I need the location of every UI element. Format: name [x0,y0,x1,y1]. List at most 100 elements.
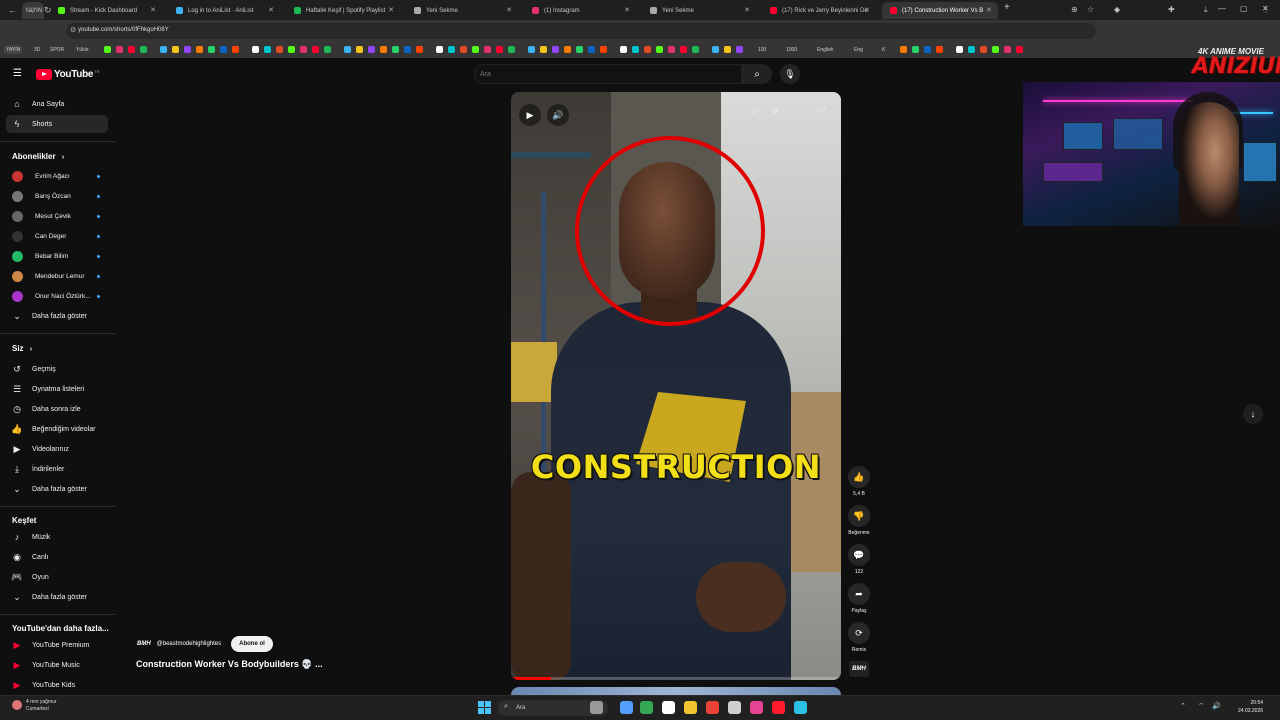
bookmark-favicon-icon[interactable] [956,46,963,53]
sidebar-item[interactable]: ◉ Canlı [6,548,108,566]
comment-action[interactable]: 💬 122 [847,544,871,575]
sidebar-item[interactable]: ▶ Videolarınız [6,440,108,458]
settings-icon[interactable]: ⚙ [771,106,778,115]
bookmark-favicon-icon[interactable] [656,46,663,53]
play-button[interactable]: ▶ [519,104,541,126]
bookmark-favicon-icon[interactable] [736,46,743,53]
bookmark-favicon-icon[interactable] [912,46,919,53]
volume-button[interactable]: 🔊 [547,104,569,126]
video-title[interactable]: Construction Worker Vs Bodybuilders 💀 ..… [136,659,323,670]
bookmark-favicon-icon[interactable] [632,46,639,53]
share-action[interactable]: ➦ Paylaş [847,583,871,614]
next-short-preview[interactable] [511,687,841,695]
extension-icon[interactable]: ◆ [1114,5,1120,14]
dislike-icon[interactable]: 👎 [848,505,870,527]
bookmark-item[interactable]: Yükle [76,45,89,54]
bookmark-favicon-icon[interactable] [416,46,423,53]
obs-icon[interactable] [662,701,675,714]
bookmark-favicon-icon[interactable] [496,46,503,53]
tab-close-icon[interactable]: ✕ [986,6,992,14]
bookmark-favicon-icon[interactable] [936,46,943,53]
dislike-action[interactable]: 👎 Beğenme [847,505,871,536]
bookmark-item[interactable]: 100 [758,45,766,54]
bookmark-item[interactable]: 1000 [786,45,797,54]
sidebar-item[interactable]: ◷ Daha sonra izle [6,400,108,418]
bookmark-star-icon[interactable]: ☆ [1087,5,1094,14]
maximize-icon[interactable]: ▢ [1240,4,1248,13]
browser-tab[interactable]: Stream - Kick Dashboard ✕ [50,2,162,19]
bookmark-item[interactable]: SPOR [50,45,64,54]
weather-widget[interactable]: 4 mm yağmur Cumartesi [12,699,92,713]
video-progress-bar[interactable] [511,677,841,680]
notepad-icon[interactable] [728,701,741,714]
remix-icon[interactable]: ⟳ [848,622,870,644]
bookmark-favicon-icon[interactable] [196,46,203,53]
bookmark-favicon-icon[interactable] [472,46,479,53]
channel-handle[interactable]: @beastmodehighlightes [157,641,221,647]
sidebar-item[interactable]: ⤓ İndirilenler [6,460,108,478]
sidebar-item[interactable]: 👍 Beğendiğim videolar [6,420,108,438]
bookmark-favicon-icon[interactable] [680,46,687,53]
subscription-item[interactable]: Can Deger [6,227,108,245]
fullscreen-icon[interactable]: ⤢ [819,106,825,116]
bookmark-favicon-icon[interactable] [712,46,719,53]
system-clock[interactable]: 20:54 24.03.2026 [1238,699,1263,715]
bookmark-favicon-icon[interactable] [220,46,227,53]
bookmark-favicon-icon[interactable] [576,46,583,53]
bookmark-favicon-icon[interactable] [552,46,559,53]
sidebar-item[interactable]: ϟ Shorts [6,115,108,133]
tab-close-icon[interactable]: ✕ [624,6,630,14]
bookmark-favicon-icon[interactable] [448,46,455,53]
bookmark-favicon-icon[interactable] [508,46,515,53]
bookmark-favicon-icon[interactable] [900,46,907,53]
subscription-item[interactable]: Mesut Çevik [6,207,108,225]
bookmark-item[interactable]: YAYIN [4,45,23,54]
address-bar[interactable] [66,23,1096,39]
file-explorer-icon[interactable] [684,701,697,714]
chrome-icon[interactable] [640,701,653,714]
bookmark-favicon-icon[interactable] [288,46,295,53]
extensions-puzzle-icon[interactable]: ✚ [1168,5,1175,14]
network-icon[interactable]: ⌔ [1198,702,1205,711]
bookmark-favicon-icon[interactable] [356,46,363,53]
bookmark-favicon-icon[interactable] [104,46,111,53]
comment-icon[interactable]: 💬 [848,544,870,566]
browser-tab[interactable]: Yeni Sekme ✕ [406,2,518,19]
bookmark-item[interactable]: K [882,45,885,54]
bookmark-favicon-icon[interactable] [980,46,987,53]
bookmark-favicon-icon[interactable] [528,46,535,53]
bookmark-favicon-icon[interactable] [128,46,135,53]
browser-tab[interactable]: (1) Instagram ✕ [524,2,636,19]
bookmark-favicon-icon[interactable] [276,46,283,53]
subscription-item[interactable]: Barış Özcan [6,187,108,205]
bookmark-favicon-icon[interactable] [460,46,467,53]
bookmark-favicon-icon[interactable] [692,46,699,53]
tab-close-icon[interactable]: ✕ [150,6,156,14]
sidebar-item[interactable]: ☰ Oynatma listeleri [6,380,108,398]
like-action[interactable]: 👍 5,4 B [847,466,871,497]
sidebar-item[interactable]: ▶ YouTube Kids [6,676,108,694]
app-icon[interactable] [750,701,763,714]
browser-tab[interactable]: Haftalık Keşif | Spotify Playlist ✕ [286,2,400,19]
opera-icon[interactable] [772,701,785,714]
channel-logo[interactable]: BMH [137,641,151,647]
url-text[interactable]: youtube.com/shorts/0fFhkgoH08Y [78,27,169,33]
reload-icon[interactable]: ↻ [44,5,52,16]
captions-icon[interactable]: ▭ [749,106,757,115]
sidebar-item[interactable]: ▶ YouTube Premium [6,636,108,654]
new-tab-button[interactable]: + [1004,2,1010,13]
bookmark-favicon-icon[interactable] [540,46,547,53]
bookmark-favicon-icon[interactable] [344,46,351,53]
bookmark-item[interactable]: English [817,45,833,54]
bookmark-favicon-icon[interactable] [992,46,999,53]
bookmark-favicon-icon[interactable] [668,46,675,53]
you-header[interactable]: Siz › [12,344,32,353]
bookmark-favicon-icon[interactable] [620,46,627,53]
sidebar-item[interactable]: ⌂ Ana Sayfa [6,95,108,113]
subscription-item[interactable]: Evrim Ağacı [6,167,108,185]
bookmark-favicon-icon[interactable] [404,46,411,53]
search-button[interactable]: ⌕ [742,64,772,84]
bookmark-favicon-icon[interactable] [924,46,931,53]
browser-tab[interactable]: (17) Rick ve Jerry Beyinlerini De ✕ [762,2,876,19]
short-video-player[interactable]: CONSTRUCTION ▶ 🔊 ▭ ⚙ ⋮ ⤢ [511,92,841,680]
